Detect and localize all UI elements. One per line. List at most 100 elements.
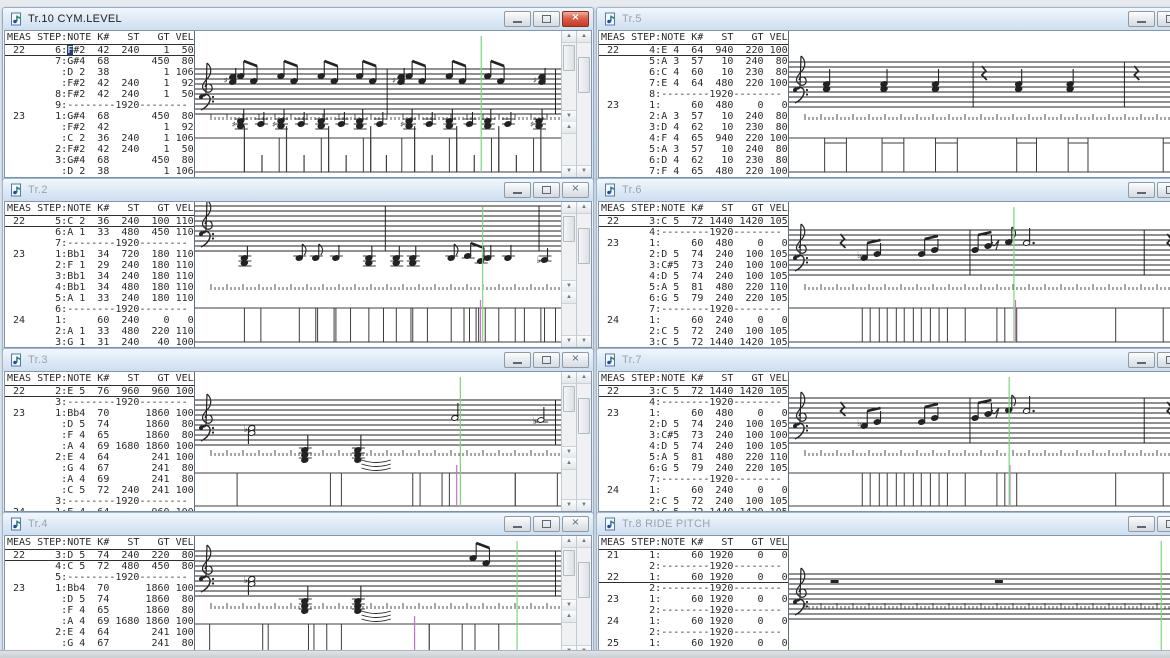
event-row[interactable]: 6:G 5 79 240 220 105 xyxy=(599,463,788,474)
scrollbar-thumb[interactable] xyxy=(578,398,590,434)
event-row[interactable]: 2:--------1920-------- xyxy=(599,561,788,572)
event-list[interactable]: MEAS STEP:NOTE K# ST GT VEL 22 3:C 5 72 … xyxy=(599,372,789,511)
event-row[interactable]: 5:A 5 81 480 220 110 xyxy=(599,452,788,463)
event-row[interactable]: 21 1: 60 1920 0 0 xyxy=(599,550,788,561)
event-row[interactable]: 5:A 1 33 240 180 110 xyxy=(5,293,194,304)
event-row[interactable]: 7:--------1920-------- xyxy=(5,238,194,249)
scrollbar-thumb[interactable] xyxy=(563,45,575,71)
scroll-up-icon[interactable]: ▲ xyxy=(577,372,591,384)
event-row[interactable]: 6:--------1920-------- xyxy=(5,304,194,315)
event-row[interactable]: 24 1: 60 240 0 0 xyxy=(599,315,788,326)
event-row[interactable]: 23 1:Bb1 34 720 180 110 xyxy=(5,249,194,260)
event-row[interactable]: 4:D 5 74 240 100 105 xyxy=(599,441,788,452)
maximize-button[interactable] xyxy=(533,182,560,198)
event-row[interactable]: 3:C 5 72 1440 1420 105 xyxy=(599,337,788,347)
event-row[interactable]: 23 1:Bb4 70 1860 100 xyxy=(5,408,194,419)
event-list[interactable]: MEAS STEP:NOTE K# ST GT VEL 22 3:C 5 72 … xyxy=(599,202,789,347)
staff-scrollbar[interactable]: ▲ ▼ ▲ ▼ xyxy=(561,31,576,177)
minimize-button[interactable] xyxy=(1128,352,1155,368)
event-row[interactable]: 6:D 4 62 10 230 80 xyxy=(599,155,788,166)
event-row[interactable]: 7:G#4 68 450 80 xyxy=(5,56,194,67)
minimize-button[interactable] xyxy=(504,11,531,27)
maximize-button[interactable] xyxy=(1157,516,1170,532)
event-row[interactable]: 2:A 3 57 10 240 80 xyxy=(599,111,788,122)
scroll-up-icon[interactable]: ▲ xyxy=(562,292,576,304)
event-row[interactable]: 3:Bb1 34 240 180 110 xyxy=(5,271,194,282)
event-row[interactable]: 6:A 1 33 480 450 110 xyxy=(5,227,194,238)
event-row[interactable]: :A 4 69 1680 1860 100 xyxy=(5,616,194,627)
event-row[interactable]: 2:F#2 42 240 1 50 xyxy=(5,144,194,155)
scroll-down-icon[interactable]: ▼ xyxy=(562,110,576,122)
scroll-up-icon[interactable]: ▲ xyxy=(562,31,576,43)
minimize-button[interactable] xyxy=(504,516,531,532)
minimize-button[interactable] xyxy=(1128,11,1155,27)
window-scrollbar[interactable]: ▲ ▼ xyxy=(576,372,591,511)
scrollbar-thumb[interactable] xyxy=(578,562,590,598)
event-row[interactable]: 3:C 5 72 1440 1420 105 xyxy=(599,507,788,511)
event-row[interactable]: 24 1: 60 1920 0 0 xyxy=(599,616,788,627)
event-row[interactable]: 22 3:D 5 74 240 220 80 xyxy=(5,550,194,561)
maximize-button[interactable] xyxy=(533,11,560,27)
maximize-button[interactable] xyxy=(533,352,560,368)
event-row[interactable]: 22 4:E 4 64 940 220 100 xyxy=(599,45,788,56)
window-titlebar[interactable]: Tr.7 × xyxy=(597,349,1170,371)
scroll-down-icon[interactable]: ▼ xyxy=(562,165,576,177)
event-row[interactable]: 22 2:E 5 76 960 960 100 xyxy=(5,386,194,397)
notation-pane[interactable]: ♭ xyxy=(789,202,1170,347)
event-row[interactable]: 5:A 3 57 10 240 80 xyxy=(599,144,788,155)
window-titlebar[interactable]: Tr.6 × xyxy=(597,179,1170,201)
event-row[interactable]: 4:--------1920-------- xyxy=(599,397,788,408)
window-scrollbar[interactable]: ▲ ▼ xyxy=(576,31,591,177)
event-row[interactable]: 2:--------1920-------- xyxy=(599,627,788,638)
event-row[interactable]: 3:--------1920-------- xyxy=(5,397,194,408)
event-row[interactable]: 7:--------1920-------- xyxy=(599,304,788,315)
event-row[interactable]: 2:E 4 64 241 100* xyxy=(5,452,194,463)
event-row[interactable]: 23 1:G#4 68 450 80 xyxy=(5,111,194,122)
event-list[interactable]: MEAS STEP:NOTE K# ST GT VEL 22 2:E 5 76 … xyxy=(5,372,195,511)
scroll-down-icon[interactable]: ▼ xyxy=(577,335,591,347)
event-row[interactable]: 3:D 4 62 10 230 80 xyxy=(599,122,788,133)
scrollbar-thumb[interactable] xyxy=(563,386,575,412)
notation-pane[interactable]: ♭ xyxy=(789,372,1170,511)
notation-pane[interactable]: ♭ xyxy=(195,536,561,657)
event-row[interactable]: 4:D 5 74 240 100 105 xyxy=(599,271,788,282)
close-button[interactable]: × xyxy=(562,516,589,532)
event-row[interactable]: 3:C#5 73 240 100 100 xyxy=(599,430,788,441)
event-list[interactable]: MEAS STEP:NOTE K# ST GT VEL 21 1: 60 192… xyxy=(599,536,789,657)
scroll-up-icon[interactable]: ▲ xyxy=(577,536,591,548)
scrollbar-thumb[interactable] xyxy=(578,228,590,264)
event-row[interactable]: 3:C#5 73 240 100 100 xyxy=(599,260,788,271)
event-row[interactable]: 22 6:F#2 42 240 1 50 xyxy=(5,45,194,56)
event-row[interactable]: 7:--------1920-------- xyxy=(599,474,788,485)
notation-pane[interactable]: ♭ xyxy=(195,202,561,347)
event-row[interactable]: 22 3:C 5 72 1440 1420 105 xyxy=(599,386,788,397)
event-row[interactable]: 7:F 4 65 480 220 100 xyxy=(599,166,788,177)
event-row[interactable]: 2:--------1920-------- xyxy=(599,605,788,616)
close-button[interactable]: × xyxy=(562,352,589,368)
event-list[interactable]: MEAS STEP:NOTE K# ST GT VEL 22 4:E 4 64 … xyxy=(599,31,789,177)
staff-scrollbar[interactable]: ▲ ▼ ▲ ▼ xyxy=(561,202,576,347)
event-row[interactable]: 3:G#4 68 450 80 xyxy=(5,155,194,166)
event-row[interactable]: 9:--------1920-------- xyxy=(5,100,194,111)
minimize-button[interactable] xyxy=(1128,182,1155,198)
event-row[interactable]: 22 3:C 5 72 1440 1420 105 xyxy=(599,216,788,227)
event-row[interactable]: 5:A 3 57 10 240 80 xyxy=(599,56,788,67)
event-row[interactable]: 4:--------1920-------- xyxy=(599,227,788,238)
minimize-button[interactable] xyxy=(504,182,531,198)
notation-pane[interactable]: ♯♯♯♯♯♯♯ xyxy=(195,31,561,177)
event-row[interactable]: :F#2 42 1 92 xyxy=(5,122,194,133)
event-list[interactable]: MEAS STEP:NOTE K# ST GT VEL 22 3:D 5 74 … xyxy=(5,536,195,657)
event-row[interactable]: 23 1: 60 1920 0 0 xyxy=(599,594,788,605)
event-row[interactable]: :D 5 74 1860 80 xyxy=(5,594,194,605)
event-row[interactable]: :F 4 65 1860 80 xyxy=(5,430,194,441)
scroll-up-icon[interactable]: ▲ xyxy=(577,202,591,214)
event-row[interactable]: 4:C 5 72 480 450 80 xyxy=(5,561,194,572)
scroll-down-icon[interactable]: ▼ xyxy=(562,599,576,611)
maximize-button[interactable] xyxy=(1157,352,1170,368)
event-row[interactable]: :C 5 72 240 241 100* xyxy=(5,485,194,496)
notation-pane[interactable]: ♭♭ xyxy=(195,372,561,511)
scroll-down-icon[interactable]: ▼ xyxy=(562,280,576,292)
minimize-button[interactable] xyxy=(1128,516,1155,532)
event-row[interactable]: 8:F#2 42 240 1 50 xyxy=(5,89,194,100)
window-scrollbar[interactable]: ▲ ▼ xyxy=(576,202,591,347)
